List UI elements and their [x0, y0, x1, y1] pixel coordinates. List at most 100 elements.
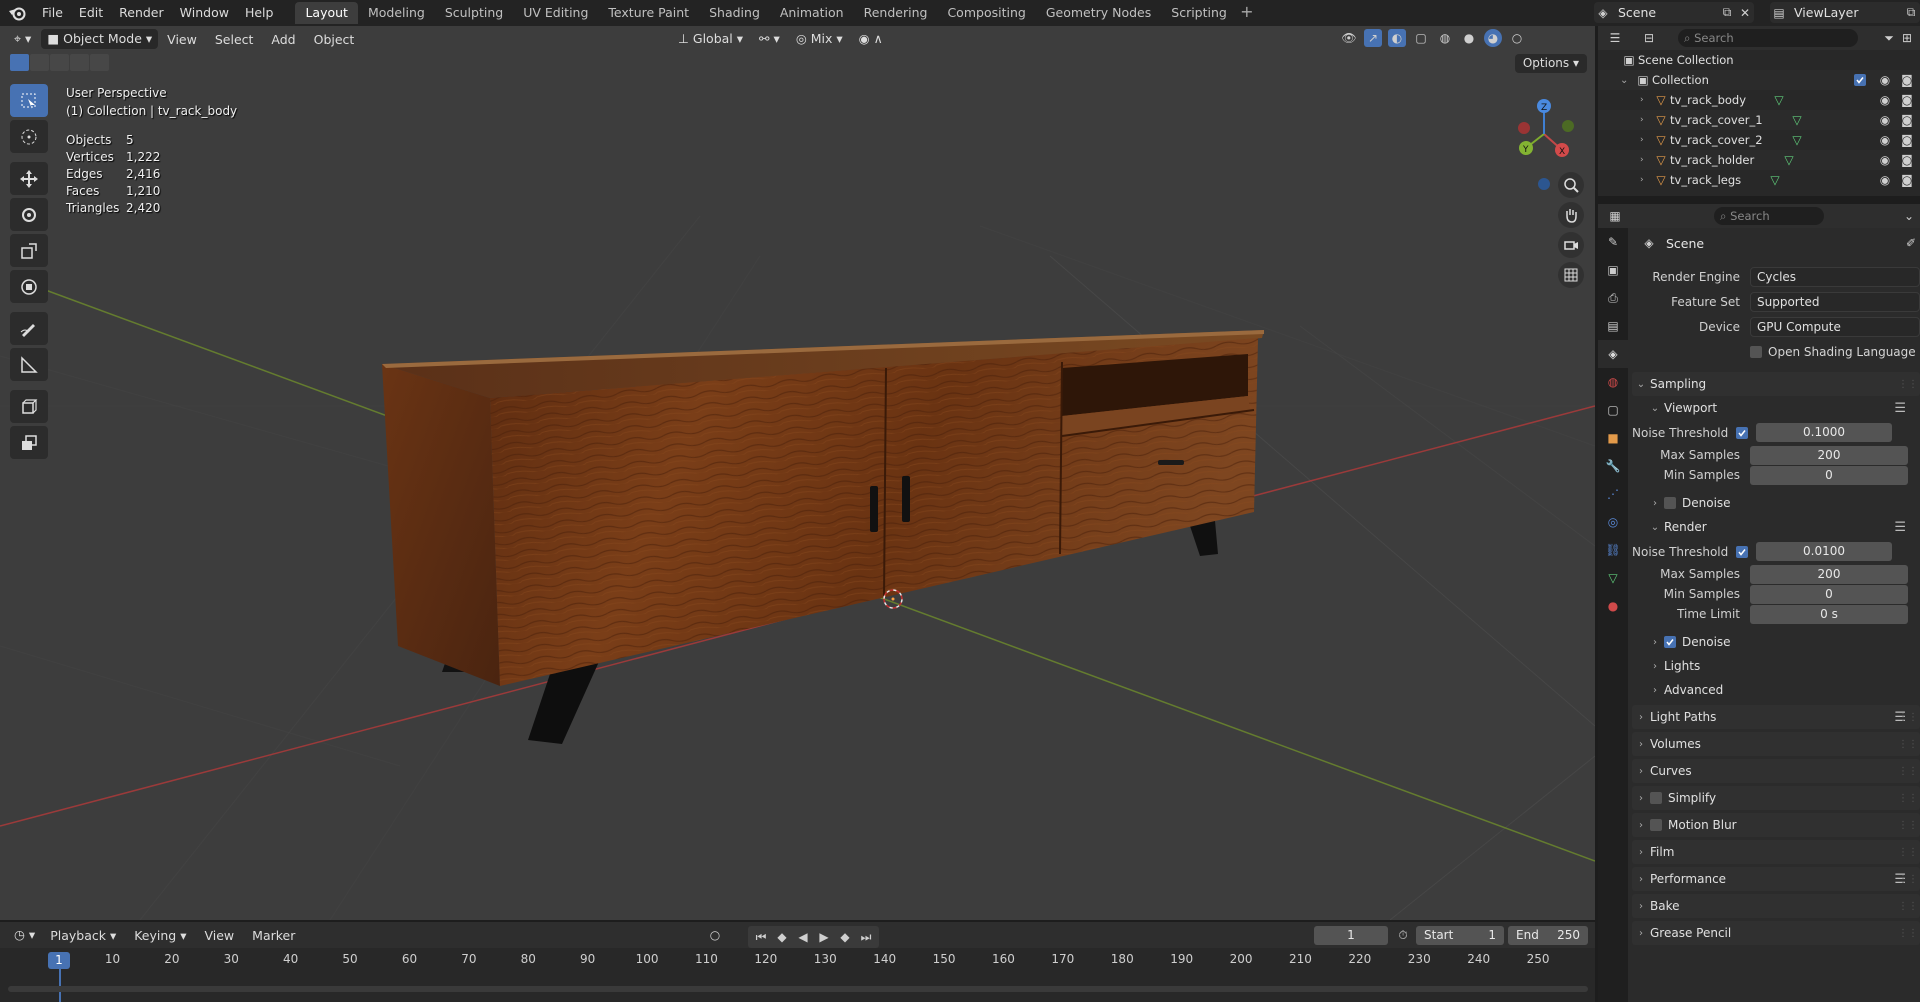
menu-select[interactable]: Select	[206, 32, 263, 47]
options-dropdown[interactable]: Options ▾	[1514, 54, 1587, 73]
drag-handle-icon[interactable]: ⋮⋮	[1898, 874, 1918, 885]
output-tab-icon[interactable]: ⎙	[1598, 284, 1628, 312]
volumes-panel-header[interactable]: › Volumes ⋮⋮	[1632, 732, 1920, 756]
outliner-object-row[interactable]: › ▽ tv_rack_holder ▽ ◉ ◙	[1598, 150, 1920, 170]
menu-render[interactable]: Render	[111, 0, 172, 26]
eye-icon[interactable]: ◉	[1876, 171, 1894, 189]
viewport-denoise-header[interactable]: › Denoise	[1632, 491, 1920, 515]
pin-icon[interactable]: ✐	[1902, 234, 1920, 252]
start-frame-field[interactable]: Start 1	[1416, 926, 1504, 945]
timeline-scrollbar[interactable]	[8, 986, 1588, 992]
prev-keyframe-icon[interactable]: ◆	[773, 928, 791, 946]
max-samples-field[interactable]: 200	[1750, 445, 1908, 465]
drag-handle-icon[interactable]: ⋮⋮	[1898, 739, 1918, 750]
properties-editor-icon[interactable]: ▦	[1606, 207, 1624, 225]
add-cube-tool-icon[interactable]	[10, 390, 48, 423]
particles-tab-icon[interactable]: ⋰	[1598, 480, 1628, 508]
rotate-tool-icon[interactable]	[10, 198, 48, 231]
select-box-tool-icon[interactable]	[10, 84, 48, 117]
max-samples-field[interactable]: 200	[1750, 564, 1908, 584]
tab-texture-paint[interactable]: Texture Paint	[598, 2, 699, 24]
display-mode-icon[interactable]: ⊟	[1640, 29, 1658, 47]
min-samples-field[interactable]: 0	[1750, 584, 1908, 604]
lights-subpanel-header[interactable]: › Lights	[1632, 654, 1920, 678]
presets-list-icon[interactable]: ☰	[1894, 520, 1906, 535]
chevron-right-icon[interactable]: ›	[1640, 175, 1652, 185]
film-panel-header[interactable]: › Film ⋮⋮	[1632, 840, 1920, 864]
eye-icon[interactable]: ◉	[1876, 91, 1894, 109]
drag-handle-icon[interactable]: ⋮⋮	[1898, 712, 1918, 723]
grease-pencil-panel-header[interactable]: › Grease Pencil ⋮⋮	[1632, 921, 1920, 945]
pan-hand-icon[interactable]	[1558, 202, 1584, 228]
device-dropdown[interactable]: GPU Compute	[1750, 316, 1920, 337]
tab-sculpting[interactable]: Sculpting	[435, 2, 513, 24]
new-collection-icon[interactable]: ⊞	[1898, 29, 1916, 47]
visibility-icon[interactable]: 👁	[1340, 29, 1358, 47]
motion-blur-panel-header[interactable]: › Motion Blur ⋮⋮	[1632, 813, 1920, 837]
filter-icon[interactable]: ⏷	[1880, 29, 1898, 47]
chevron-right-icon[interactable]: ›	[1640, 155, 1652, 165]
menu-add[interactable]: Add	[262, 32, 304, 47]
3d-viewport[interactable]: ⌖ ▾ ■ Object Mode ▾ View Select Add Objec…	[0, 26, 1595, 920]
select-subtract-icon[interactable]	[50, 54, 69, 71]
delete-scene-icon[interactable]: ✕	[1736, 4, 1754, 22]
snap-dropdown[interactable]: ◎ Mix ▾	[790, 29, 849, 49]
view-layer-selector[interactable]: ▤ ViewLayer ⧉	[1770, 2, 1920, 23]
camera-view-icon[interactable]	[1558, 232, 1584, 258]
stopwatch-icon[interactable]: ⏱	[1394, 926, 1412, 944]
data-tab-icon[interactable]: ▽	[1598, 564, 1628, 592]
noise-threshold-checkbox[interactable]	[1736, 545, 1748, 558]
material-tab-icon[interactable]: ●	[1598, 592, 1628, 620]
select-intersect-icon[interactable]	[90, 54, 109, 71]
viewport-subpanel-header[interactable]: ⌄ Viewport ☰	[1632, 396, 1920, 420]
camera-icon[interactable]: ◙	[1898, 91, 1916, 109]
simplify-panel-header[interactable]: › Simplify ⋮⋮	[1632, 786, 1920, 810]
drag-handle-icon[interactable]: ⋮⋮	[1898, 901, 1918, 912]
mode-dropdown[interactable]: ■ Object Mode ▾	[41, 29, 159, 49]
noise-threshold-field[interactable]: 0.0100	[1756, 542, 1892, 561]
select-new-icon[interactable]	[10, 54, 29, 71]
gizmo-neg-z-icon[interactable]	[1538, 178, 1550, 190]
constraints-tab-icon[interactable]: ⛓	[1598, 536, 1628, 564]
light-paths-panel-header[interactable]: › Light Paths ☰ ⋮⋮	[1632, 705, 1920, 729]
object-tab-icon[interactable]: ■	[1598, 424, 1628, 452]
tab-shading[interactable]: Shading	[699, 2, 770, 24]
modifier-tab-icon[interactable]: 🔧	[1598, 452, 1628, 480]
scene-tab-icon[interactable]: ◈	[1598, 340, 1628, 368]
camera-icon[interactable]: ◙	[1898, 151, 1916, 169]
tab-layout[interactable]: Layout	[295, 2, 358, 24]
time-limit-field[interactable]: 0 s	[1750, 604, 1908, 624]
collection-tab-icon[interactable]: ▢	[1598, 396, 1628, 424]
tab-modeling[interactable]: Modeling	[358, 2, 435, 24]
scene-selector[interactable]: ◈ Scene ⧉ ✕	[1594, 2, 1754, 23]
tab-compositing[interactable]: Compositing	[937, 2, 1035, 24]
world-tab-icon[interactable]: ◍	[1598, 368, 1628, 396]
sampling-panel-header[interactable]: ⌄ Sampling ⋮⋮	[1632, 372, 1920, 396]
menu-file[interactable]: File	[34, 0, 71, 26]
min-samples-field[interactable]: 0	[1750, 465, 1908, 485]
properties-search-input[interactable]: ⌕ Search	[1714, 207, 1824, 225]
timeline-ruler[interactable]: 10 20 30 40 50 60 70 80 90 100 110 120 130 140 150 160 1…	[0, 952, 1595, 970]
menu-window[interactable]: Window	[172, 0, 237, 26]
copy-view-layer-icon[interactable]: ⧉	[1902, 4, 1920, 22]
chevron-right-icon[interactable]: ›	[1640, 135, 1652, 145]
bake-panel-header[interactable]: › Bake ⋮⋮	[1632, 894, 1920, 918]
motion-blur-checkbox[interactable]	[1650, 819, 1662, 831]
next-keyframe-icon[interactable]: ◆	[836, 928, 854, 946]
chevron-right-icon[interactable]: ›	[1640, 95, 1652, 105]
tab-animation[interactable]: Animation	[770, 2, 854, 24]
camera-icon[interactable]: ◙	[1898, 71, 1916, 89]
drag-handle-icon[interactable]: ⋮⋮	[1898, 928, 1918, 939]
outliner-object-row[interactable]: › ▽ tv_rack_body ▽ ◉ ◙	[1598, 90, 1920, 110]
simplify-checkbox[interactable]	[1650, 792, 1662, 804]
scene-name[interactable]: Scene	[1618, 5, 1656, 20]
transform-tool-icon[interactable]	[10, 270, 48, 303]
tv-rack-model[interactable]	[382, 330, 1264, 744]
jump-end-icon[interactable]: ⏭	[857, 928, 875, 946]
orientation-dropdown[interactable]: ⊥ Global ▾	[672, 29, 749, 49]
current-frame-field[interactable]: 1	[1314, 926, 1388, 945]
drag-handle-icon[interactable]: ⋮⋮	[1898, 766, 1918, 777]
playhead-frame-label[interactable]: 1	[48, 952, 70, 969]
material-shading-icon[interactable]: ◕	[1484, 29, 1502, 47]
curves-panel-header[interactable]: › Curves ⋮⋮	[1632, 759, 1920, 783]
